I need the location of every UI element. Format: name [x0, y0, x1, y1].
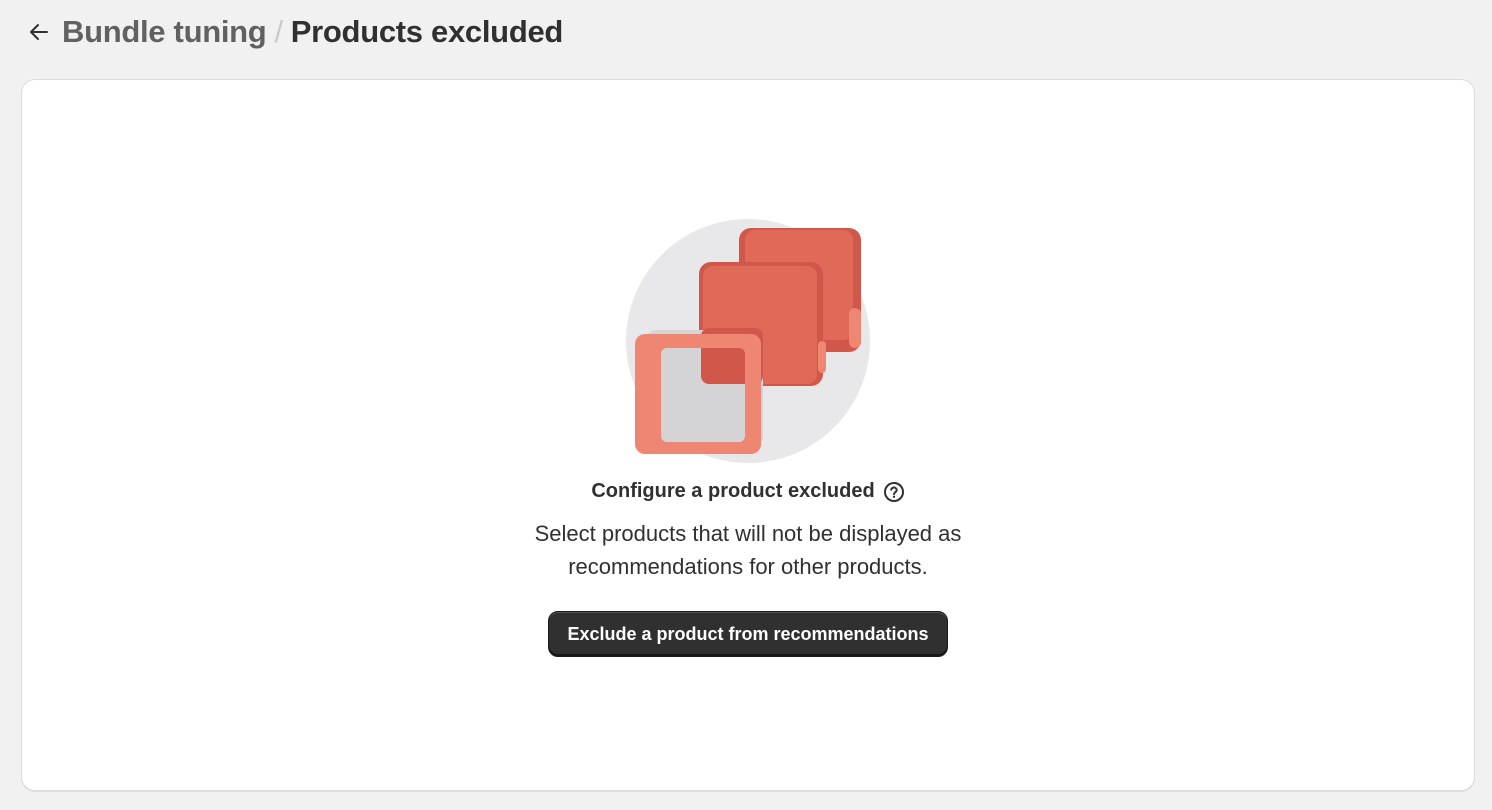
- back-button[interactable]: [24, 17, 54, 47]
- breadcrumb-parent-link[interactable]: Bundle tuning: [62, 14, 267, 50]
- arrow-left-icon: [27, 20, 51, 44]
- empty-state-title: Configure a product excluded: [591, 480, 875, 502]
- empty-state-title-row: Configure a product excluded: [591, 480, 904, 503]
- stacked-products-icon: [626, 219, 870, 463]
- breadcrumb-separator: /: [274, 14, 283, 49]
- exclude-product-button[interactable]: Exclude a product from recommendations: [548, 611, 948, 657]
- empty-state-card: Configure a product excluded Select prod…: [21, 79, 1475, 791]
- question-circle-icon[interactable]: [883, 481, 905, 503]
- empty-state-description: Select products that will not be display…: [534, 521, 962, 579]
- breadcrumb: Bundle tuning / Products excluded: [62, 14, 563, 50]
- page-header: Bundle tuning / Products excluded: [24, 10, 563, 54]
- page-title: Products excluded: [290, 14, 564, 49]
- empty-state: Configure a product excluded Select prod…: [22, 216, 1474, 657]
